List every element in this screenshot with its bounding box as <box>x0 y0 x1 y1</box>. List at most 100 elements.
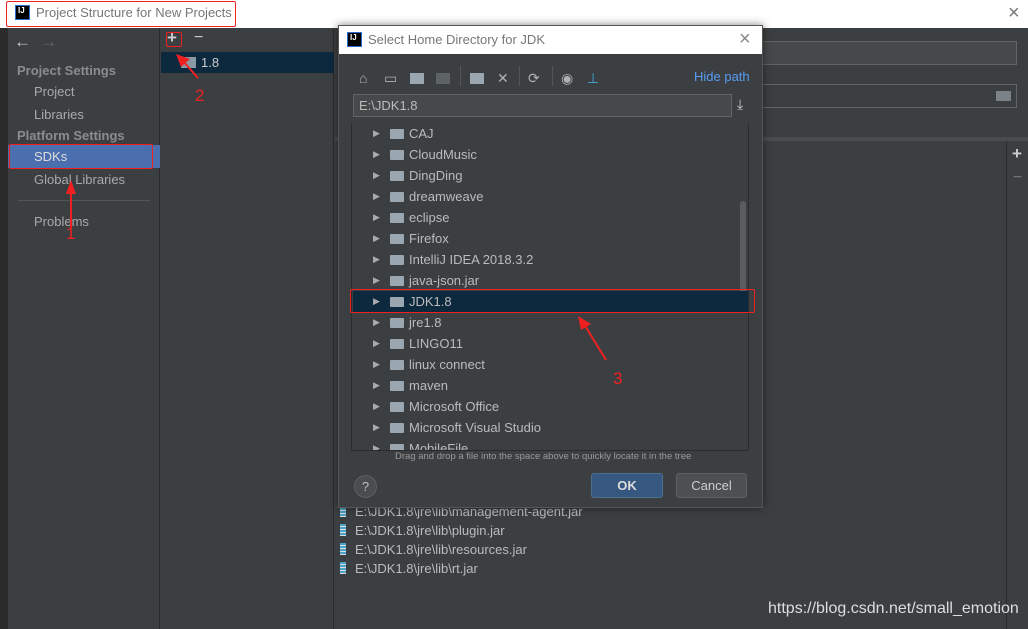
expand-arrow-icon[interactable]: ▶ <box>373 186 380 207</box>
annotation-add-box <box>166 32 182 47</box>
sidebar-item-project[interactable]: Project <box>34 84 74 99</box>
forward-button[interactable]: → <box>40 32 57 52</box>
hide-path-link[interactable]: Hide path <box>694 69 750 84</box>
tree-item-label: Microsoft Visual Studio <box>409 420 541 435</box>
folder-icon <box>390 213 404 223</box>
jdk-icon[interactable]: ⊥ <box>587 70 599 87</box>
tree-item[interactable]: ▶ java-json.jar <box>353 270 748 291</box>
remove-classpath-button[interactable]: − <box>1013 169 1022 187</box>
home-icon[interactable]: ⌂ <box>359 70 367 86</box>
tree-item[interactable]: ▶ Microsoft Office <box>353 396 748 417</box>
file-tree[interactable]: ▶ CAJ ▶ CloudMusic ▶ DingDing ▶ dreamweave ▶ ecli… <box>351 123 749 451</box>
tree-item-label: DingDing <box>409 168 463 183</box>
classpath-item[interactable]: E:\JDK1.8\jre\lib\resources.jar <box>340 542 527 557</box>
tree-item[interactable]: ▶ DingDing <box>353 165 748 186</box>
annotation-jdk-box <box>350 289 755 313</box>
intellij-icon: IJ <box>347 32 362 47</box>
dialog-title-bar: IJ Select Home Directory for JDK × <box>339 26 762 54</box>
tree-item[interactable]: ▶ CAJ <box>353 123 748 144</box>
dialog-title: Select Home Directory for JDK <box>368 32 545 47</box>
new-folder-icon[interactable] <box>470 73 484 84</box>
jar-icon <box>340 524 346 536</box>
sidebar-item-problems[interactable]: Problems <box>34 214 89 229</box>
remove-sdk-button[interactable]: − <box>194 29 203 47</box>
tree-item[interactable]: ▶ eclipse <box>353 207 748 228</box>
help-button[interactable]: ? <box>354 475 377 498</box>
folder-icon <box>390 339 404 349</box>
folder-icon <box>390 234 404 244</box>
sidebar-item-libraries[interactable]: Libraries <box>34 107 84 122</box>
tree-item-label: dreamweave <box>409 189 484 204</box>
tree-item-label: CAJ <box>409 126 434 141</box>
expand-arrow-icon[interactable]: ▶ <box>373 333 380 354</box>
folder-icon <box>390 255 404 265</box>
annotation-title-box <box>6 1 236 27</box>
folder-icon <box>390 129 404 139</box>
toolbar-separator <box>460 66 461 86</box>
tree-item-label: LINGO11 <box>409 336 463 351</box>
folder-icon <box>390 423 404 433</box>
expand-arrow-icon[interactable]: ▶ <box>373 228 380 249</box>
sdk-name-field[interactable] <box>755 41 1017 65</box>
tree-item[interactable]: ▶ Firefox <box>353 228 748 249</box>
ok-button[interactable]: OK <box>591 473 663 498</box>
annotation-number-1: 1 <box>66 224 76 243</box>
tree-item[interactable]: ▶ LINGO11 <box>353 333 748 354</box>
folder-icon <box>390 402 404 412</box>
expand-arrow-icon[interactable]: ▶ <box>373 207 380 228</box>
sdk-list-panel: + − 1.8 <box>161 28 334 629</box>
window-close-icon[interactable]: × <box>1008 2 1020 25</box>
expand-arrow-icon[interactable]: ▶ <box>373 396 380 417</box>
download-icon[interactable]: ⤓ <box>737 96 743 113</box>
sidebar-item-global-libraries[interactable]: Global Libraries <box>34 172 125 187</box>
expand-arrow-icon[interactable]: ▶ <box>373 375 380 396</box>
annotation-sdks-box <box>9 144 153 169</box>
tree-item[interactable]: ▶ IntelliJ IDEA 2018.3.2 <box>353 249 748 270</box>
back-button[interactable]: ← <box>14 32 31 52</box>
expand-arrow-icon[interactable]: ▶ <box>373 165 380 186</box>
classpath-path: E:\JDK1.8\jre\lib\resources.jar <box>355 542 527 557</box>
tree-item[interactable]: ▶ Microsoft Visual Studio <box>353 417 748 438</box>
module-folder-icon[interactable] <box>436 73 450 84</box>
tree-item-label: MobileFile <box>409 441 469 451</box>
classpath-path: E:\JDK1.8\jre\lib\rt.jar <box>355 561 478 576</box>
jdk-home-path-field[interactable] <box>755 84 1017 108</box>
add-classpath-button[interactable]: + <box>1012 144 1022 164</box>
tree-item-label: IntelliJ IDEA 2018.3.2 <box>409 252 534 267</box>
expand-arrow-icon[interactable]: ▶ <box>373 144 380 165</box>
expand-arrow-icon[interactable]: ▶ <box>373 417 380 438</box>
expand-arrow-icon[interactable]: ▶ <box>373 438 380 450</box>
tree-item[interactable]: ▶ maven <box>353 375 748 396</box>
classpath-item[interactable]: E:\JDK1.8\jre\lib\rt.jar <box>340 561 478 576</box>
desktop-icon[interactable]: ▭ <box>384 70 397 87</box>
folder-icon <box>390 276 404 286</box>
expand-arrow-icon[interactable]: ▶ <box>373 354 380 375</box>
background-ide-strip <box>0 28 8 629</box>
expand-arrow-icon[interactable]: ▶ <box>373 270 380 291</box>
tree-item[interactable]: ▶ linux connect <box>353 354 748 375</box>
expand-arrow-icon[interactable]: ▶ <box>373 249 380 270</box>
tree-item[interactable]: ▶ jre1.8 <box>353 312 748 333</box>
cancel-button[interactable]: Cancel <box>676 473 747 498</box>
refresh-icon[interactable]: ⟳ <box>528 70 540 87</box>
folder-icon <box>390 171 404 181</box>
expand-arrow-icon[interactable]: ▶ <box>373 123 380 144</box>
annotation-number-3: 3 <box>613 369 623 388</box>
tree-item[interactable]: ▶ dreamweave <box>353 186 748 207</box>
show-hidden-icon[interactable]: ◉ <box>561 70 573 87</box>
annotation-number-2: 2 <box>195 86 205 105</box>
path-input[interactable]: E:\JDK1.8 <box>353 94 732 117</box>
sidebar-divider <box>18 200 150 201</box>
delete-icon[interactable]: ✕ <box>497 70 509 87</box>
tree-item-label: java-json.jar <box>409 273 480 288</box>
classpath-item[interactable]: E:\JDK1.8\jre\lib\plugin.jar <box>340 523 505 538</box>
tree-item[interactable]: ▶ MobileFile <box>353 438 748 451</box>
dialog-close-icon[interactable]: × <box>739 28 751 51</box>
project-folder-icon[interactable] <box>410 73 424 84</box>
sidebar: ← → Project Settings Project Libraries P… <box>8 28 160 629</box>
select-jdk-dialog: IJ Select Home Directory for JDK × ⌂ ▭ ✕… <box>338 25 763 508</box>
expand-arrow-icon[interactable]: ▶ <box>373 312 380 333</box>
tree-item-label: eclipse <box>409 210 450 225</box>
folder-open-icon[interactable] <box>996 91 1011 101</box>
tree-item[interactable]: ▶ CloudMusic <box>353 144 748 165</box>
